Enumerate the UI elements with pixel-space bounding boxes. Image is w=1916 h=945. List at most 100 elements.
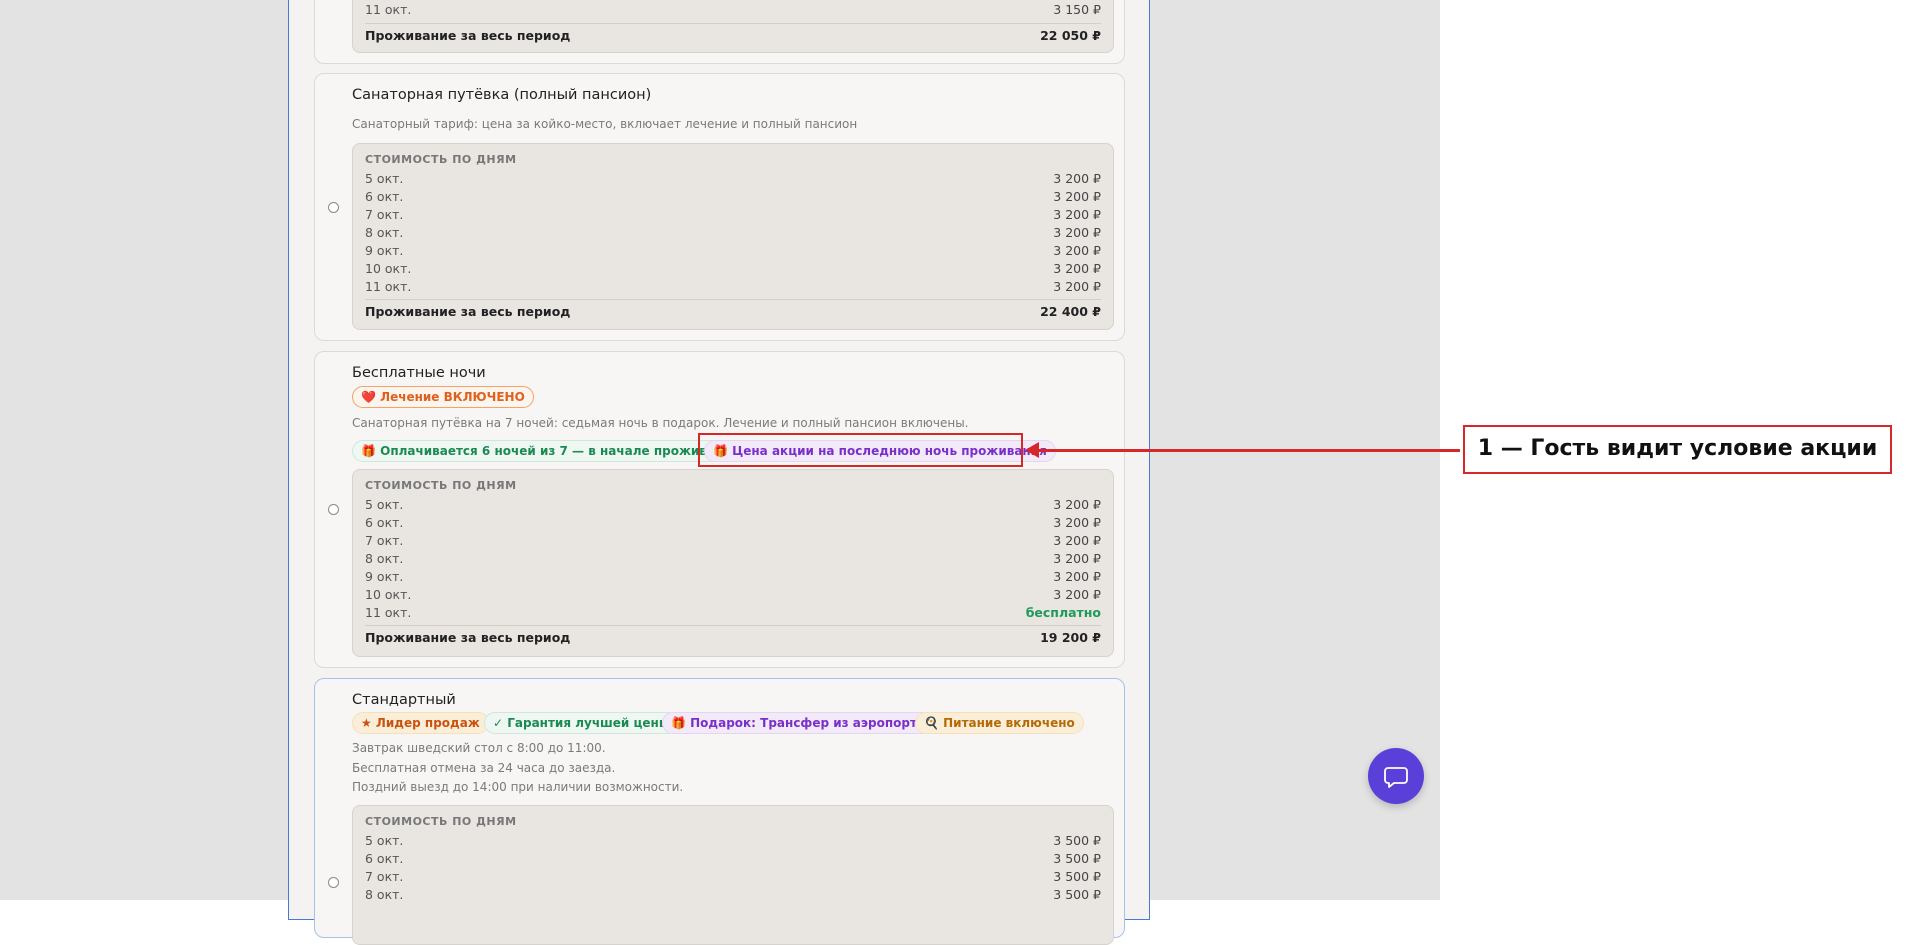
price-row-value: 3 150 ₽ [1053, 2, 1101, 17]
price-row-date: 8 окт. [365, 225, 404, 240]
tariff-card-standard[interactable]: Стандартный ★ Лидер продаж ✓ Гарантия лу… [314, 678, 1125, 945]
price-row-value-free: бесплатно [1025, 605, 1101, 620]
price-row-date: 7 окт. [365, 869, 404, 884]
price-row: 8 окт. 3 200 ₽ [365, 551, 1101, 569]
price-row-date: 5 окт. [365, 171, 404, 186]
promo-badge-paid-nights: 🎁 Оплачивается 6 ночей из 7 — в начале п… [352, 440, 749, 462]
price-row-date: 7 окт. [365, 207, 404, 222]
price-row-date: 9 окт. [365, 243, 404, 258]
price-row-date: 10 окт. [365, 587, 412, 602]
tariff-radio[interactable] [328, 202, 339, 213]
tariff-card-free-nights[interactable]: Бесплатные ночи ❤️ Лечение ВКЛЮЧЕНО Сана… [314, 351, 1125, 668]
price-row-date: 9 окт. [365, 569, 404, 584]
price-row-value: 3 200 ₽ [1053, 551, 1101, 566]
tariff-description: Санаторная путёвка на 7 ночей: седьмая н… [352, 416, 969, 430]
price-row-value: 3 200 ₽ [1053, 171, 1101, 186]
price-row: 11 окт. 3 200 ₽ [365, 279, 1101, 297]
price-row-date: 7 окт. [365, 533, 404, 548]
price-row-date: 10 окт. [365, 261, 412, 276]
badge-gift-transfer: 🎁 Подарок: Трансфер из аэропорта [662, 712, 935, 734]
price-row: 5 окт. 3 200 ₽ [365, 497, 1101, 515]
badge-best-price: ✓ Гарантия лучшей цены [484, 712, 679, 734]
price-row-value: 3 200 ₽ [1053, 533, 1101, 548]
chat-bubble-icon [1384, 767, 1408, 788]
price-row: 6 окт. 3 200 ₽ [365, 515, 1101, 533]
price-row-value: 3 500 ₽ [1053, 851, 1101, 866]
price-row: 11 окт. 3 150 ₽ [365, 2, 1101, 20]
price-row-date: 11 окт. [365, 2, 412, 17]
breakdown-header: СТОИМОСТЬ ПО ДНЯМ [365, 479, 517, 492]
price-row-value: 3 200 ₽ [1053, 279, 1101, 294]
price-row: 10 окт. 3 200 ₽ [365, 587, 1101, 605]
tariff-description: Санаторный тариф: цена за койко-место, в… [352, 117, 858, 131]
total-value: 22 400 ₽ [1040, 304, 1101, 319]
price-total-row: Проживание за весь период 22 050 ₽ [365, 28, 1101, 46]
treatment-badge: ❤️ Лечение ВКЛЮЧЕНО [352, 386, 534, 408]
price-row: 8 окт. 3 500 ₽ [365, 887, 1101, 905]
divider [365, 299, 1101, 300]
tariff-radio[interactable] [328, 877, 339, 888]
price-row: 6 окт. 3 200 ₽ [365, 189, 1101, 207]
annotation-label: 1 — Гость видит условие акции [1463, 425, 1892, 474]
total-label: Проживание за весь период [365, 304, 571, 319]
annotation-highlight-box [698, 433, 1023, 467]
tariff-title: Санаторная путёвка (полный пансион) [352, 87, 652, 103]
tariff-description-line: Завтрак шведский стол с 8:00 до 11:00. [352, 741, 606, 755]
price-row: 7 окт. 3 500 ₽ [365, 869, 1101, 887]
price-row: 5 окт. 3 500 ₽ [365, 833, 1101, 851]
price-row: 8 окт. 3 200 ₽ [365, 225, 1101, 243]
divider [365, 23, 1101, 24]
price-row-date: 5 окт. [365, 833, 404, 848]
price-row-value: 3 500 ₽ [1053, 869, 1101, 884]
price-breakdown: СТОИМОСТЬ ПО ДНЯМ 5 окт. 3 200 ₽ 6 окт. 3 … [352, 469, 1114, 657]
price-row: 10 окт. 3 200 ₽ [365, 261, 1101, 279]
price-row-value: 3 200 ₽ [1053, 189, 1101, 204]
total-value: 19 200 ₽ [1040, 630, 1101, 645]
annotation-arrow-line [1036, 449, 1460, 452]
price-row: 11 окт. бесплатно [365, 605, 1101, 623]
price-breakdown: СТОИМОСТЬ ПО ДНЯМ 5 окт. 3 200 ₽ 6 окт. 3 … [352, 143, 1114, 330]
badge-bestseller: ★ Лидер продаж [352, 712, 489, 734]
total-label: Проживание за весь период [365, 28, 571, 43]
price-row-value: 3 200 ₽ [1053, 243, 1101, 258]
tariff-title: Бесплатные ночи [352, 365, 486, 381]
price-row: 9 окт. 3 200 ₽ [365, 243, 1101, 261]
tariff-title: Стандартный [352, 692, 456, 708]
price-total-row: Проживание за весь период 19 200 ₽ [365, 630, 1101, 648]
price-row-date: 5 окт. [365, 497, 404, 512]
price-row: 5 окт. 3 200 ₽ [365, 171, 1101, 189]
tariff-description-line: Бесплатная отмена за 24 часа до заезда. [352, 761, 616, 775]
price-row-value: 3 200 ₽ [1053, 225, 1101, 240]
price-row-value: 3 200 ₽ [1053, 497, 1101, 512]
badge-meals-included: 🍳 Питание включено [915, 712, 1084, 734]
tariff-card-sanatorium[interactable]: Санаторная путёвка (полный пансион) Сана… [314, 73, 1125, 341]
price-breakdown: 11 окт. 3 150 ₽ Проживание за весь перио… [352, 0, 1114, 53]
price-row-date: 6 окт. [365, 515, 404, 530]
total-value: 22 050 ₽ [1040, 28, 1101, 43]
price-row-date: 6 окт. [365, 851, 404, 866]
price-row-date: 11 окт. [365, 605, 412, 620]
price-row-value: 3 500 ₽ [1053, 833, 1101, 848]
price-row-date: 6 окт. [365, 189, 404, 204]
price-total-row: Проживание за весь период 22 400 ₽ [365, 304, 1101, 322]
tariff-card-top: 11 окт. 3 150 ₽ Проживание за весь перио… [314, 0, 1125, 64]
tariff-radio[interactable] [328, 504, 339, 515]
price-breakdown: СТОИМОСТЬ ПО ДНЯМ 5 окт. 3 500 ₽ 6 окт. 3 … [352, 805, 1114, 945]
price-row-date: 8 окт. [365, 551, 404, 566]
price-row-value: 3 200 ₽ [1053, 587, 1101, 602]
price-row-value: 3 200 ₽ [1053, 569, 1101, 584]
price-row-value: 3 200 ₽ [1053, 515, 1101, 530]
price-row: 7 окт. 3 200 ₽ [365, 207, 1101, 225]
total-label: Проживание за весь период [365, 630, 571, 645]
price-row-value: 3 200 ₽ [1053, 261, 1101, 276]
tariff-description-line: Поздний выезд до 14:00 при наличии возмо… [352, 780, 684, 794]
divider [365, 625, 1101, 626]
breakdown-header: СТОИМОСТЬ ПО ДНЯМ [365, 153, 517, 166]
price-row: 6 окт. 3 500 ₽ [365, 851, 1101, 869]
breakdown-header: СТОИМОСТЬ ПО ДНЯМ [365, 815, 517, 828]
price-row-date: 11 окт. [365, 279, 412, 294]
price-row-value: 3 200 ₽ [1053, 207, 1101, 222]
chat-button[interactable] [1368, 748, 1424, 804]
price-row: 9 окт. 3 200 ₽ [365, 569, 1101, 587]
price-row: 7 окт. 3 200 ₽ [365, 533, 1101, 551]
